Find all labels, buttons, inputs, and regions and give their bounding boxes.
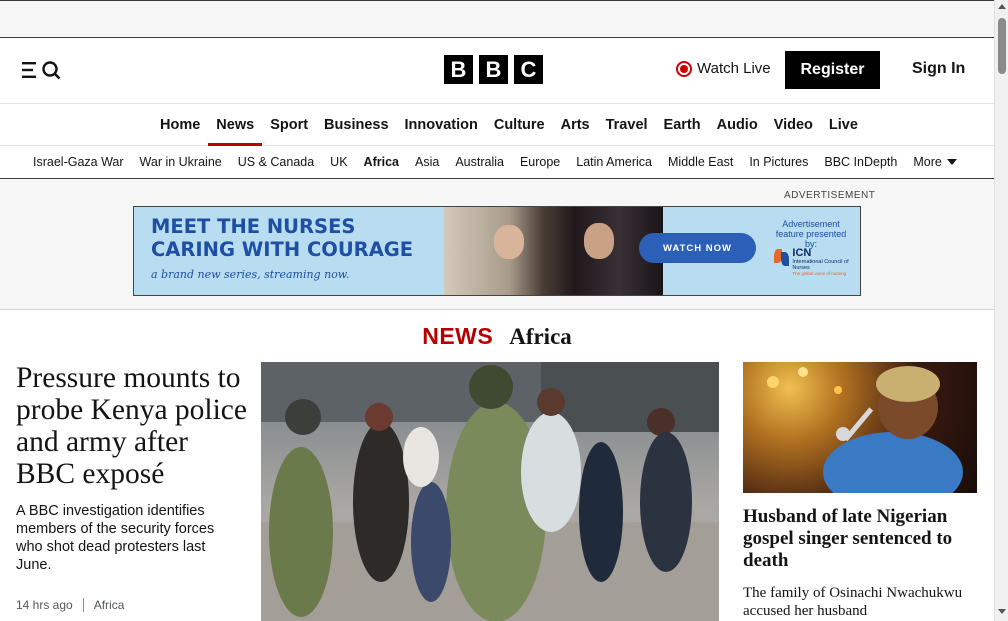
subnav-item-australia[interactable]: Australia bbox=[447, 146, 512, 178]
ad-photo bbox=[444, 207, 663, 295]
subnav-item-asia[interactable]: Asia bbox=[407, 146, 447, 178]
subnav-more-button[interactable]: More bbox=[905, 146, 964, 178]
subnav-item-bbc-indepth[interactable]: BBC InDepth bbox=[816, 146, 905, 178]
lead-story-summary: A BBC investigation identifies members o… bbox=[16, 503, 215, 573]
ad-photo-person bbox=[494, 225, 524, 259]
icn-name: ICN bbox=[792, 247, 812, 259]
subnav-item-in-pictures[interactable]: In Pictures bbox=[741, 146, 816, 178]
meta-divider bbox=[82, 598, 84, 612]
lead-story-category[interactable]: Africa bbox=[94, 598, 125, 612]
nav-item-sport[interactable]: Sport bbox=[262, 104, 316, 146]
lead-story-time: 14 hrs ago bbox=[16, 598, 73, 612]
section-region-title: Africa bbox=[509, 324, 572, 349]
bbc-logo[interactable]: B B C bbox=[444, 55, 543, 84]
subnav-item-us-canada[interactable]: US & Canada bbox=[230, 146, 322, 178]
nav-item-culture[interactable]: Culture bbox=[486, 104, 553, 146]
subnav-item-israel-gaza[interactable]: Israel-Gaza War bbox=[25, 146, 132, 178]
nav-item-arts[interactable]: Arts bbox=[553, 104, 598, 146]
section-heading: NEWS Africa bbox=[0, 323, 994, 350]
live-icon bbox=[676, 60, 692, 77]
menu-search-icon bbox=[22, 61, 61, 80]
nav-item-travel[interactable]: Travel bbox=[598, 104, 656, 146]
logo-letter: C bbox=[514, 55, 543, 84]
subnav-item-latin-america[interactable]: Latin America bbox=[568, 146, 660, 178]
browser-top-strip bbox=[0, 0, 994, 38]
ad-sponsor-text: Advertisement feature presented by: bbox=[770, 219, 852, 249]
menu-search-button[interactable] bbox=[22, 59, 62, 81]
singer-illustration bbox=[767, 366, 963, 493]
subnav-item-africa[interactable]: Africa bbox=[356, 146, 407, 178]
ad-tagline: a brand new series, streaming now. bbox=[151, 268, 350, 281]
nav-item-earth[interactable]: Earth bbox=[656, 104, 709, 146]
advertisement-banner[interactable]: MEET THE NURSES CARING WITH COURAGE a br… bbox=[133, 206, 861, 296]
nav-item-video[interactable]: Video bbox=[766, 104, 821, 146]
ad-headline-line2: CARING WITH COURAGE bbox=[151, 238, 414, 261]
logo-letter: B bbox=[479, 55, 508, 84]
ad-sponsor-line1: Advertisement bbox=[782, 219, 840, 229]
nav-item-audio[interactable]: Audio bbox=[709, 104, 766, 146]
ad-headline: MEET THE NURSES CARING WITH COURAGE bbox=[151, 215, 413, 261]
subnav-item-europe[interactable]: Europe bbox=[512, 146, 568, 178]
advertisement-label: ADVERTISEMENT bbox=[784, 190, 876, 201]
advertisement-zone: ADVERTISEMENT MEET THE NURSES CARING WIT… bbox=[0, 179, 994, 310]
icn-full-name: International Council of Nurses bbox=[792, 259, 849, 271]
nav-item-innovation[interactable]: Innovation bbox=[397, 104, 486, 146]
sub-nav: Israel-Gaza War War in Ukraine US & Cana… bbox=[0, 146, 994, 179]
subnav-item-uk[interactable]: UK bbox=[322, 146, 355, 178]
news-brand-label[interactable]: NEWS bbox=[422, 323, 493, 349]
lead-story-image[interactable] bbox=[261, 362, 719, 621]
lead-story-headline[interactable]: Pressure mounts to probe Kenya police an… bbox=[16, 362, 251, 490]
masthead: B B C Watch Live Register Sign In bbox=[0, 38, 994, 104]
scrollbar-thumb[interactable] bbox=[998, 18, 1006, 74]
nav-item-news[interactable]: News bbox=[208, 104, 263, 146]
sign-in-link[interactable]: Sign In bbox=[912, 60, 965, 78]
caret-down-icon bbox=[946, 159, 957, 165]
ad-sponsor-line2: feature presented by: bbox=[775, 229, 847, 249]
protest-scene-illustration bbox=[261, 362, 719, 621]
side-story-image[interactable] bbox=[743, 362, 977, 493]
icn-mark-icon bbox=[774, 247, 790, 267]
watch-live-label: Watch Live bbox=[697, 60, 771, 77]
subnav-item-ukraine[interactable]: War in Ukraine bbox=[132, 146, 230, 178]
register-button[interactable]: Register bbox=[785, 51, 880, 89]
more-label: More bbox=[913, 155, 942, 169]
logo-letter: B bbox=[444, 55, 473, 84]
icn-logo: ICN International Council of Nurses The … bbox=[774, 247, 860, 276]
main-nav: Home News Sport Business Innovation Cult… bbox=[0, 104, 994, 146]
ad-watch-now-button[interactable]: WATCH NOW bbox=[639, 233, 756, 263]
side-story-headline[interactable]: Husband of late Nigerian gospel singer s… bbox=[743, 506, 983, 572]
icn-slogan: The global voice of nursing bbox=[792, 271, 847, 276]
ad-headline-line1: MEET THE NURSES bbox=[151, 215, 356, 238]
scroll-up-icon[interactable] bbox=[998, 4, 1006, 9]
nav-item-home[interactable]: Home bbox=[152, 104, 208, 146]
lead-story-meta: 14 hrs ago Africa bbox=[16, 598, 124, 612]
subnav-item-middle-east[interactable]: Middle East bbox=[660, 146, 741, 178]
nav-item-business[interactable]: Business bbox=[316, 104, 396, 146]
page-scrollbar[interactable] bbox=[994, 0, 1008, 621]
side-story-summary: The family of Osinachi Nwachukwu accused… bbox=[743, 585, 963, 619]
watch-live-link[interactable]: Watch Live bbox=[676, 60, 771, 77]
nav-item-live[interactable]: Live bbox=[821, 104, 866, 146]
scroll-down-icon[interactable] bbox=[998, 609, 1006, 614]
ad-photo-person bbox=[584, 223, 614, 259]
